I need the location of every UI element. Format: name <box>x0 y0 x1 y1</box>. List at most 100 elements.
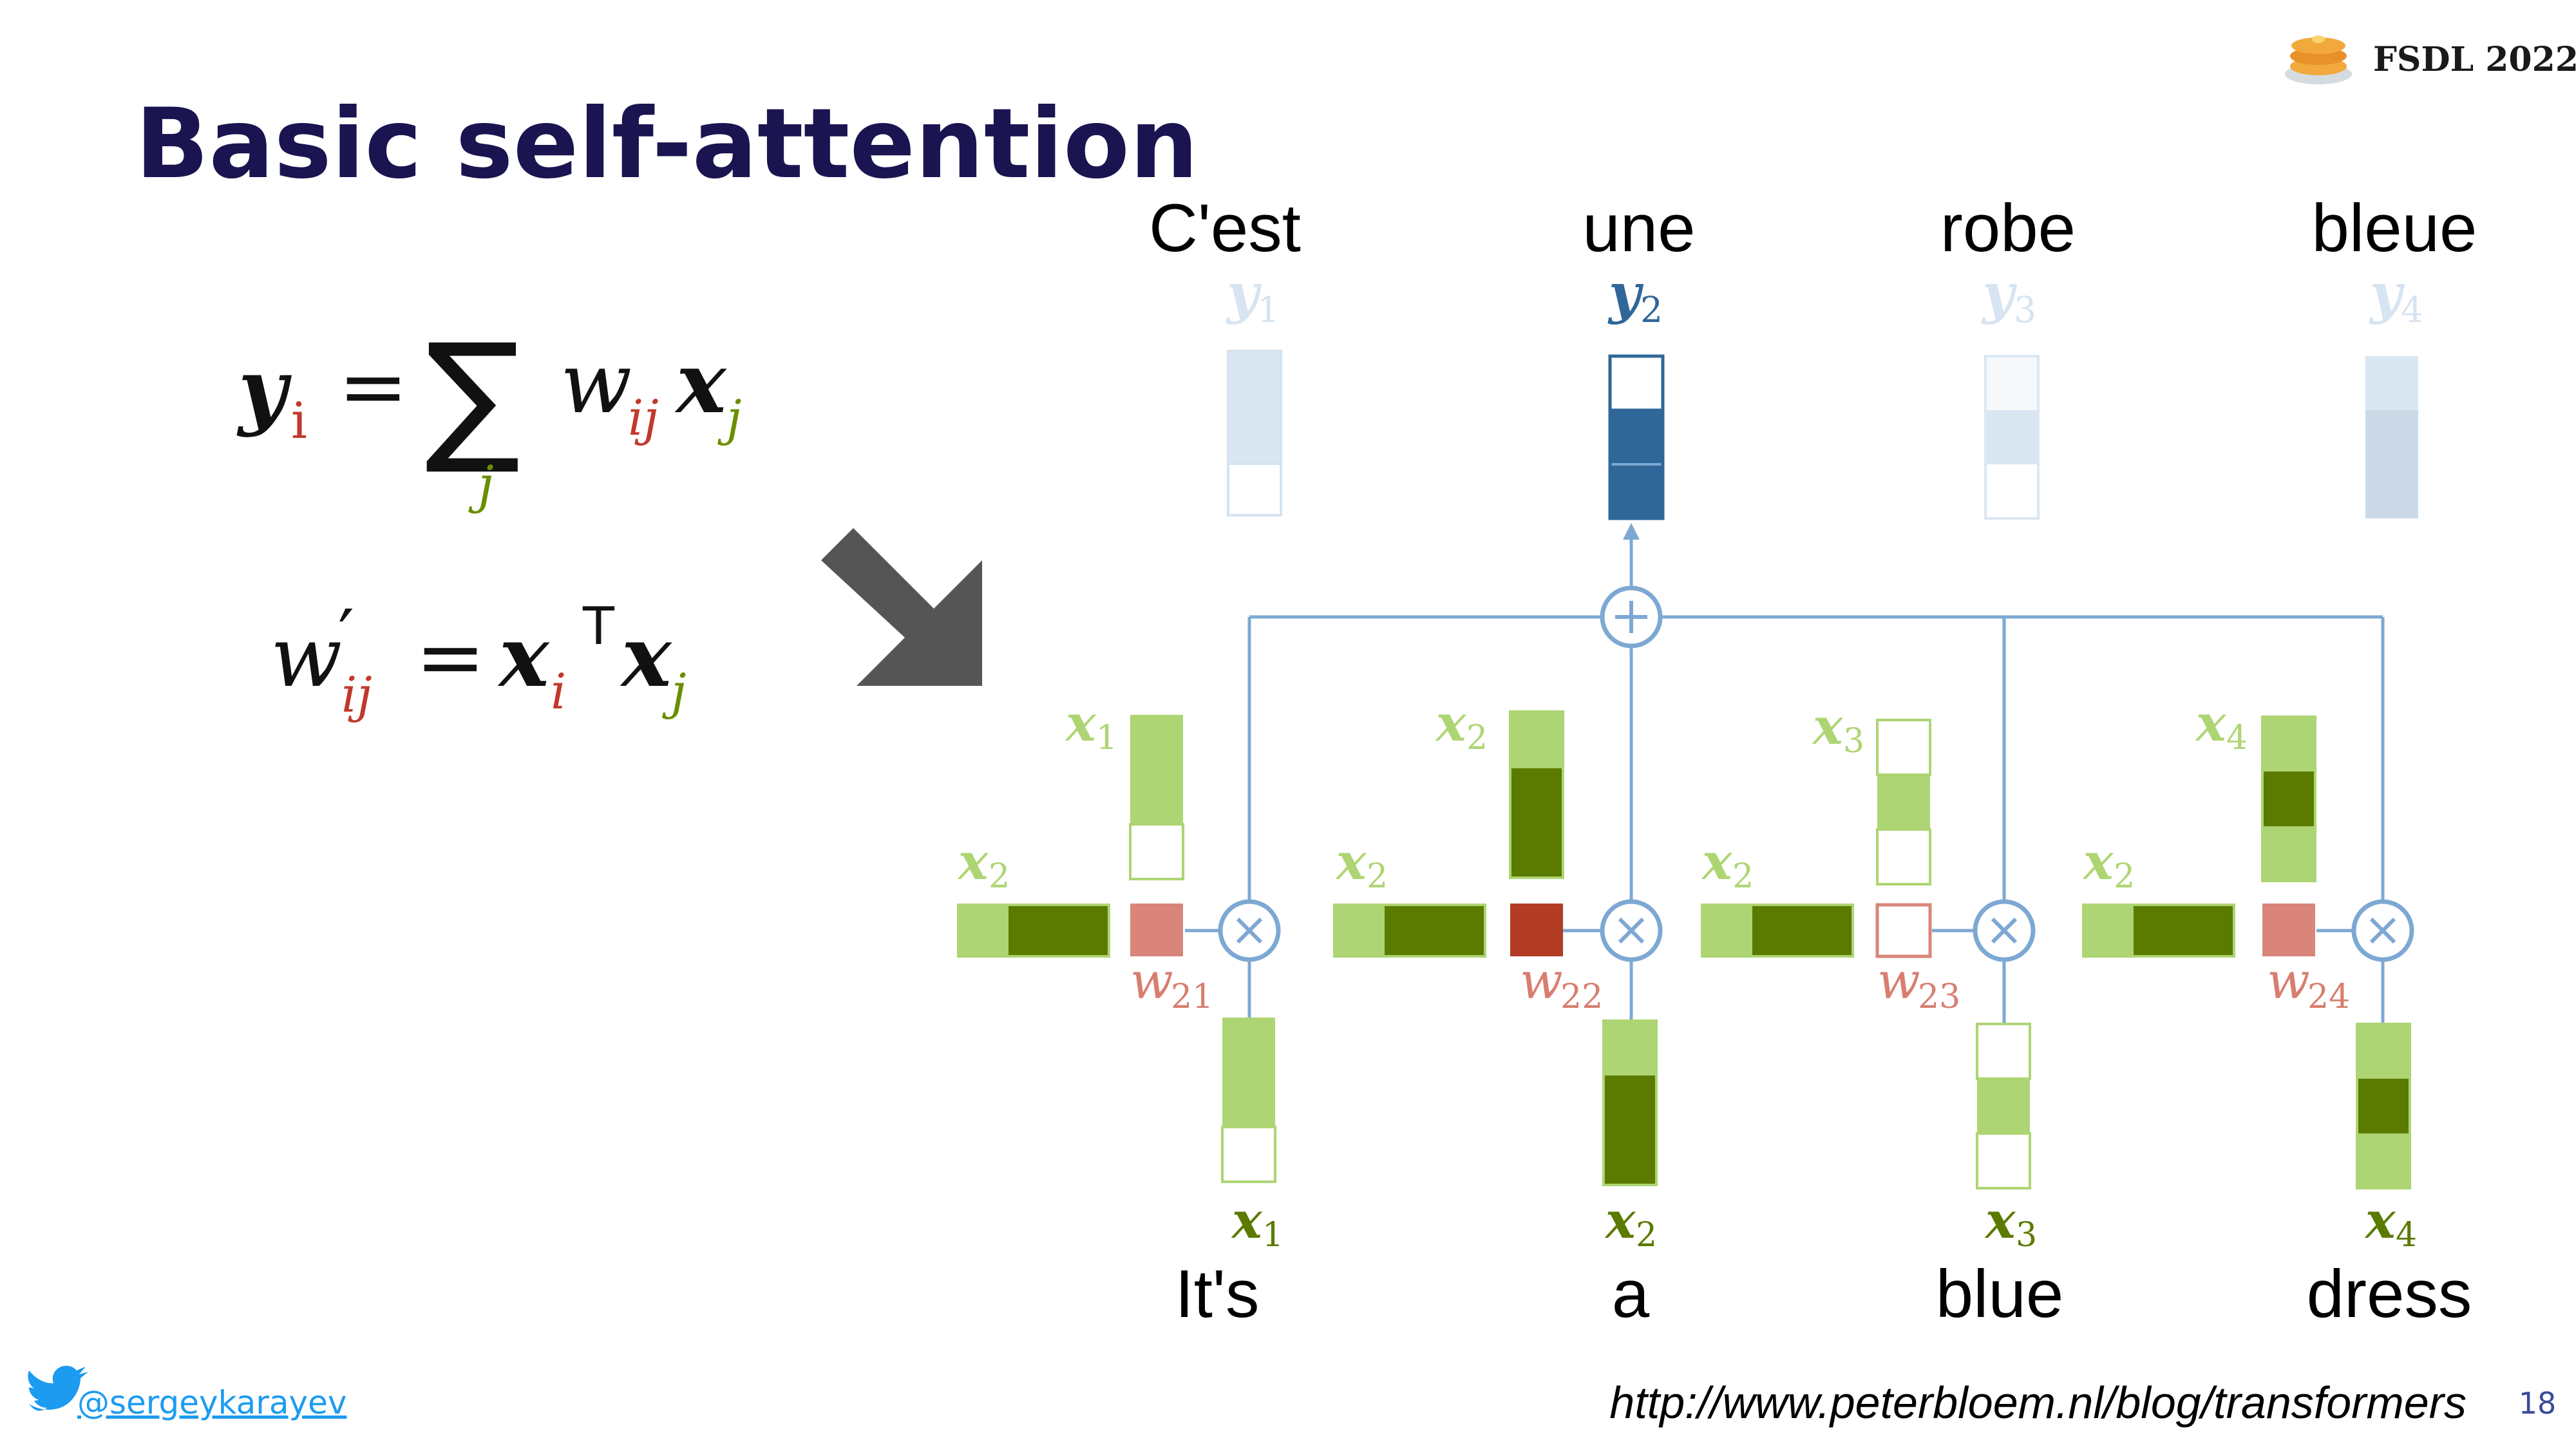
weight-label-1: w 21 <box>1130 952 1213 1016</box>
brand-label: FSDL 2022 <box>2373 40 2576 79</box>
y-label-4: y 4 <box>2369 261 2423 330</box>
output-word-3: robe <box>1940 191 2076 266</box>
key-label-3: x 3 <box>1812 697 1864 761</box>
value-label-4-sub: 4 <box>2396 1216 2417 1255</box>
input-word-3: blue <box>1936 1256 2064 1332</box>
query-label-4: x 2 <box>2082 833 2135 896</box>
value-label-2-base: x <box>1604 1191 1636 1250</box>
formula1-w-sub: ij <box>628 389 659 446</box>
key-label-4: x 4 <box>2195 694 2248 757</box>
weight-box-3 <box>1875 903 1932 958</box>
key-label-1-base: x <box>1065 694 1097 753</box>
key-label-1-sub: 1 <box>1096 719 1117 757</box>
formula2-equals: = <box>415 608 486 706</box>
value-label-1-base: x <box>1231 1191 1263 1250</box>
formula1-lhs-sub: i <box>291 392 307 450</box>
query-label-4-sub: 2 <box>2114 857 2135 896</box>
query-label-2-sub: 2 <box>1367 857 1388 896</box>
weight-label-2-base: w <box>1520 952 1563 1010</box>
twitter-link[interactable]: @sergeykarayev <box>28 1365 346 1421</box>
y-vector-1 <box>1227 350 1282 516</box>
weight-label-1-sub: 21 <box>1171 978 1213 1016</box>
key-label-3-sub: 3 <box>1843 722 1864 761</box>
key-label-2-base: x <box>1435 694 1467 753</box>
value-vector-3 <box>1976 1023 2031 1189</box>
formula1-equals: = <box>338 337 408 435</box>
times-circle-icon <box>1218 899 1281 962</box>
query-label-4-base: x <box>2082 833 2114 891</box>
key-vector-3 <box>1876 719 1931 886</box>
y-label-3-sub: 3 <box>2014 289 2036 330</box>
query-vector-4 <box>2082 904 2235 958</box>
formula1-sum: ∑ <box>425 313 520 478</box>
formula1-w: w <box>560 334 632 432</box>
y-label-3-base: y <box>1981 261 2018 326</box>
formula2-xj: x <box>620 607 672 706</box>
input-word-4: dress <box>2307 1256 2472 1332</box>
up-arrowhead <box>1623 523 1640 540</box>
value-label-1: x 1 <box>1231 1191 1283 1255</box>
formula2-xi-sub: i <box>551 663 566 720</box>
source-url[interactable]: http://www.peterbloem.nl/blog/transforme… <box>1609 1378 2467 1428</box>
weight-label-4-sub: 24 <box>2307 978 2350 1016</box>
key-label-2: x 2 <box>1435 694 1488 757</box>
formula2-transpose: T <box>582 596 615 656</box>
output-word-1: C'est <box>1149 191 1301 266</box>
weight-label-2-sub: 22 <box>1560 978 1603 1016</box>
query-label-1: x 2 <box>957 833 1010 896</box>
y-label-4-base: y <box>2369 261 2405 326</box>
query-label-3-base: x <box>1701 833 1733 891</box>
input-word-2: a <box>1612 1256 1650 1332</box>
y-label-3: y 3 <box>1981 261 2036 330</box>
key-label-1: x 1 <box>1065 694 1117 757</box>
value-label-3-sub: 3 <box>2016 1216 2037 1255</box>
value-label-2-sub: 2 <box>1636 1216 1657 1255</box>
value-label-4-base: x <box>2364 1191 2396 1250</box>
value-label-3: x 3 <box>1984 1191 2037 1255</box>
y-label-2-base: y <box>1607 261 1644 326</box>
key-label-3-base: x <box>1812 697 1844 756</box>
twitter-handle[interactable]: @sergeykarayev <box>77 1384 346 1421</box>
pancake-stack-icon <box>2285 35 2352 84</box>
formula1-lhs: y <box>236 340 292 439</box>
formula2-xi: x <box>497 607 550 706</box>
formula1-x: x <box>674 334 727 432</box>
brand: FSDL 2022 <box>2285 35 2576 84</box>
query-label-2-base: x <box>1335 833 1367 891</box>
slide: Basic self-attention FSDL 2022 y i = ∑ j… <box>28 35 2576 1428</box>
query-label-1-sub: 2 <box>989 857 1010 896</box>
formula2-w-sub: ij <box>341 666 372 723</box>
input-word-1: It's <box>1175 1256 1260 1332</box>
page-title: Basic self-attention <box>135 88 1198 200</box>
value-vector-1 <box>1221 1018 1276 1183</box>
key-vector-4 <box>2261 715 2316 882</box>
value-label-1-sub: 1 <box>1262 1216 1283 1255</box>
query-label-3-sub: 2 <box>1732 857 1754 896</box>
plus-circle-icon <box>1600 585 1663 649</box>
value-label-4: x 4 <box>2364 1191 2417 1255</box>
key-vector-2 <box>1509 710 1564 879</box>
output-word-2: une <box>1582 191 1695 266</box>
y-label-1: y 1 <box>1226 261 1280 330</box>
y-label-1-sub: 1 <box>1257 289 1280 330</box>
formula-dot-product: w ′ ij = x i T x j <box>270 594 687 723</box>
formula2-w: w <box>270 608 342 706</box>
query-label-2: x 2 <box>1335 833 1388 896</box>
value-label-2: x 2 <box>1604 1191 1657 1255</box>
formula2-prime: ′ <box>338 594 354 677</box>
y-label-2-sub: 2 <box>1640 289 1663 330</box>
query-vector-2 <box>1333 904 1486 958</box>
weight-label-1-base: w <box>1130 952 1173 1010</box>
times-circle-icon <box>2351 899 2414 962</box>
key-vector-1 <box>1129 715 1184 880</box>
key-label-2-sub: 2 <box>1466 719 1488 757</box>
down-right-arrow-icon <box>821 528 982 686</box>
query-label-1-base: x <box>957 833 989 891</box>
query-label-3: x 2 <box>1701 833 1754 896</box>
times-circle-icon <box>1600 899 1663 962</box>
weight-box-2 <box>1510 904 1563 956</box>
query-vector-1 <box>957 904 1110 958</box>
weight-label-3-sub: 23 <box>1918 978 1960 1016</box>
query-vector-3 <box>1701 904 1854 958</box>
y-label-4-sub: 4 <box>2401 289 2423 330</box>
